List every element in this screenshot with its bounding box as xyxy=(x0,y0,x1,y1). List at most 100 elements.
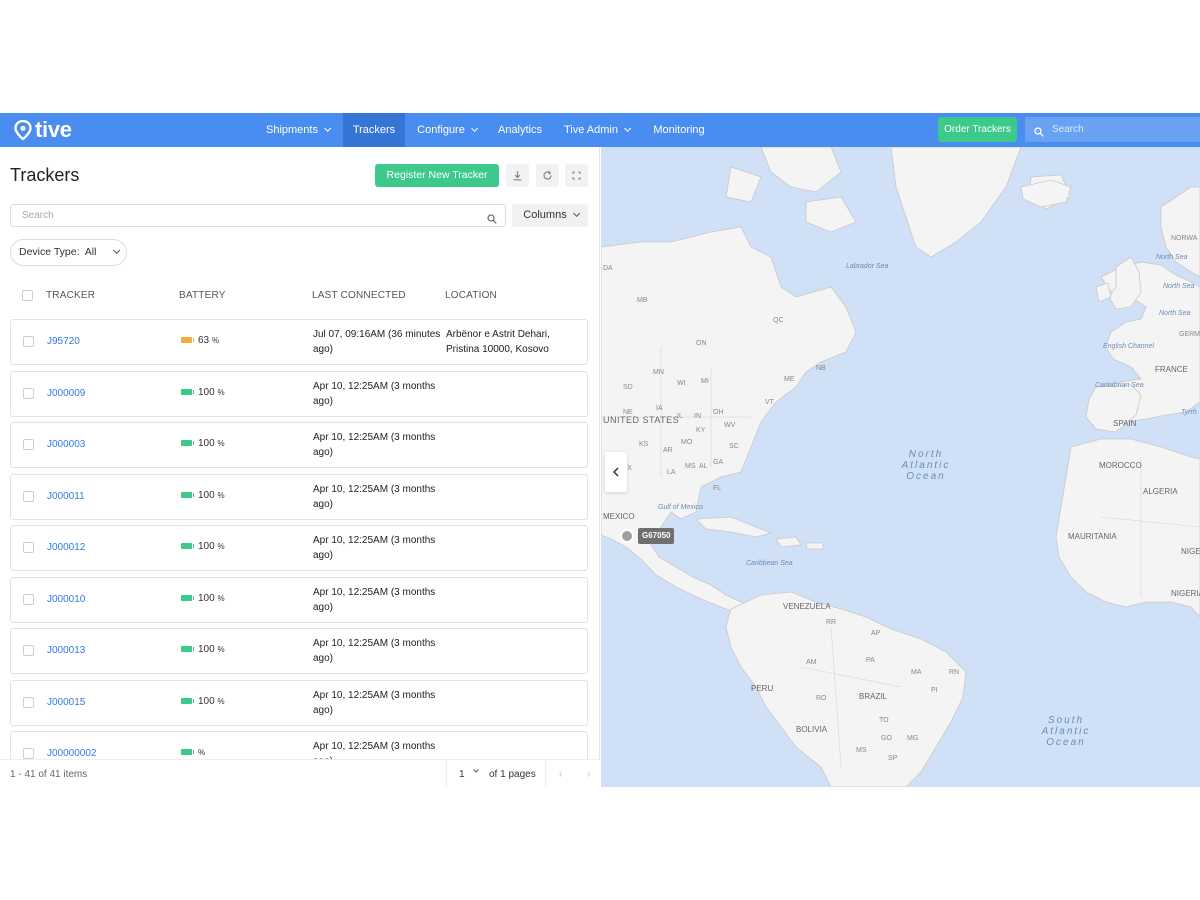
map-land-label: WV xyxy=(724,422,736,429)
refresh-button[interactable] xyxy=(536,164,559,187)
table-row[interactable]: J000011 100 % Apr 10, 12:25AM (3 months ag… xyxy=(10,473,588,520)
map-country-label: PERU xyxy=(751,684,774,693)
nav-configure-label: Configure xyxy=(417,124,465,136)
tracker-id-link[interactable]: J000013 xyxy=(47,645,85,656)
header-battery[interactable]: BATTERY xyxy=(179,290,226,301)
battery-unit: % xyxy=(198,748,206,757)
battery-level: 100 % xyxy=(198,696,225,707)
next-page-icon[interactable]: › xyxy=(587,769,590,780)
nav-configure[interactable]: Configure xyxy=(408,113,484,147)
page-title: Trackers xyxy=(10,165,80,185)
map-land-label: MN xyxy=(653,369,664,376)
prev-page-icon[interactable]: ‹ xyxy=(559,769,562,780)
search-icon xyxy=(1034,124,1044,137)
nav-shipments-label: Shipments xyxy=(266,124,318,136)
header-location[interactable]: LOCATION xyxy=(445,290,497,301)
row-checkbox[interactable] xyxy=(23,490,34,502)
table-row[interactable]: J000003 100 % Apr 10, 12:25AM (3 months ag… xyxy=(10,422,588,468)
battery-icon xyxy=(181,646,194,652)
nav-search-input[interactable] xyxy=(1052,117,1192,142)
page-selector[interactable]: 1 of 1 pages xyxy=(446,760,546,787)
tracker-id-link[interactable]: J00000002 xyxy=(47,748,97,759)
tracker-search-input[interactable] xyxy=(22,205,482,226)
tracker-id-link[interactable]: J000012 xyxy=(47,542,85,553)
download-icon xyxy=(513,171,522,181)
table-row[interactable]: J00000002 % Apr 10, 12:25AM (3 months ago… xyxy=(10,731,588,759)
nav-trackers[interactable]: Trackers xyxy=(343,113,405,147)
row-checkbox[interactable] xyxy=(23,336,34,347)
tracker-id-link[interactable]: J000015 xyxy=(47,697,85,708)
ocean-label-south-atlantic: South Atlantic Ocean xyxy=(1041,715,1091,748)
map-land-label: RO xyxy=(816,695,827,702)
map-land-label: SP xyxy=(888,755,898,762)
table-row[interactable]: J000010 100 % Apr 10, 12:25AM (3 months ag… xyxy=(10,576,588,623)
row-checkbox[interactable] xyxy=(23,542,34,553)
map-land-label: PI xyxy=(931,687,938,694)
trackers-panel: Trackers Register New Tracker Columns De… xyxy=(0,147,600,787)
page-total: of 1 pages xyxy=(489,769,536,780)
map-land-label: NB xyxy=(816,365,826,372)
row-checkbox[interactable] xyxy=(23,696,34,708)
top-nav: tive Shipments Trackers Configure Analyt… xyxy=(0,113,1200,147)
map-water-label: Cantabrian Sea xyxy=(1095,382,1144,389)
map-land-label: AL xyxy=(699,463,708,470)
nav-shipments[interactable]: Shipments xyxy=(256,113,338,147)
map-land-label: FL xyxy=(713,485,722,492)
columns-button[interactable]: Columns xyxy=(512,204,588,227)
device-type-select[interactable]: Device Type: All xyxy=(10,239,127,266)
tracker-id-link[interactable]: J95720 xyxy=(47,336,80,347)
table-row[interactable]: J000012 100 % Apr 10, 12:25AM (3 months ag… xyxy=(10,525,588,571)
map-land-label: ME xyxy=(784,376,795,383)
page-number: 1 xyxy=(459,769,465,780)
battery-level: 100 % xyxy=(198,541,225,552)
nav-analytics[interactable]: Analytics xyxy=(489,113,551,147)
last-connected: Apr 10, 12:25AM (3 months ago) xyxy=(313,638,436,664)
map-land-label: IN xyxy=(694,413,701,420)
tive-pin-icon xyxy=(14,119,32,141)
header-tracker[interactable]: TRACKER xyxy=(46,290,95,301)
row-checkbox[interactable] xyxy=(23,748,34,759)
chevron-down-icon xyxy=(572,209,580,217)
tracker-id-link[interactable]: J000003 xyxy=(47,439,85,450)
logo[interactable]: tive xyxy=(14,119,72,141)
row-checkbox[interactable] xyxy=(23,593,34,605)
row-checkbox[interactable] xyxy=(23,645,34,656)
battery-icon xyxy=(181,594,194,601)
tracker-marker-label[interactable]: G67050 xyxy=(638,528,675,544)
tracker-marker[interactable] xyxy=(620,529,634,543)
battery-unit: % xyxy=(217,593,225,603)
map-land-label: MO xyxy=(681,439,693,446)
fullscreen-button[interactable] xyxy=(565,164,588,187)
columns-label: Columns xyxy=(523,209,567,221)
row-checkbox[interactable] xyxy=(23,387,34,399)
battery-unit: % xyxy=(217,490,225,500)
order-trackers-button[interactable]: Order Trackers xyxy=(938,117,1017,142)
nav-tive-admin[interactable]: Tive Admin xyxy=(556,113,636,147)
chevron-down-icon xyxy=(624,124,632,132)
tracker-id-link[interactable]: J000009 xyxy=(47,388,85,399)
map-land-label: AP xyxy=(871,630,881,637)
table-row[interactable]: J000013 100 % Apr 10, 12:25AM (3 months ag… xyxy=(10,628,588,674)
map-view[interactable]: DA MB QC ON NB MN SD WI MI ME NE IA IL I… xyxy=(601,147,1200,787)
battery-value: 100 xyxy=(198,592,215,604)
logo-text: tive xyxy=(35,117,72,142)
map-land-label: SC xyxy=(729,443,739,450)
battery-unit: % xyxy=(217,542,225,551)
row-checkbox[interactable] xyxy=(23,439,34,450)
search-icon xyxy=(487,211,497,229)
table-row[interactable]: J000015 100 % Apr 10, 12:25AM (3 months ag… xyxy=(10,679,588,726)
tracker-id-link[interactable]: J000010 xyxy=(47,594,85,605)
nav-search xyxy=(1025,117,1200,142)
collapse-panel-button[interactable] xyxy=(605,452,627,492)
header-last-connected[interactable]: LAST CONNECTED xyxy=(312,290,406,301)
tracker-id-link[interactable]: J000011 xyxy=(47,491,85,502)
register-new-tracker-button[interactable]: Register New Tracker xyxy=(375,164,499,187)
nav-monitoring[interactable]: Monitoring xyxy=(643,113,715,147)
table-row[interactable]: J000009 100 % Apr 10, 12:25AM (3 months ag… xyxy=(10,370,588,417)
download-button[interactable] xyxy=(506,164,529,187)
map-land-label: SD xyxy=(623,384,633,391)
chevron-down-icon xyxy=(473,767,479,773)
select-all-checkbox[interactable] xyxy=(22,290,33,301)
table-row[interactable]: J95720 63 % Jul 07, 09:16AM (36 minutes ag… xyxy=(10,319,588,365)
battery-level: 100 % xyxy=(198,490,225,501)
